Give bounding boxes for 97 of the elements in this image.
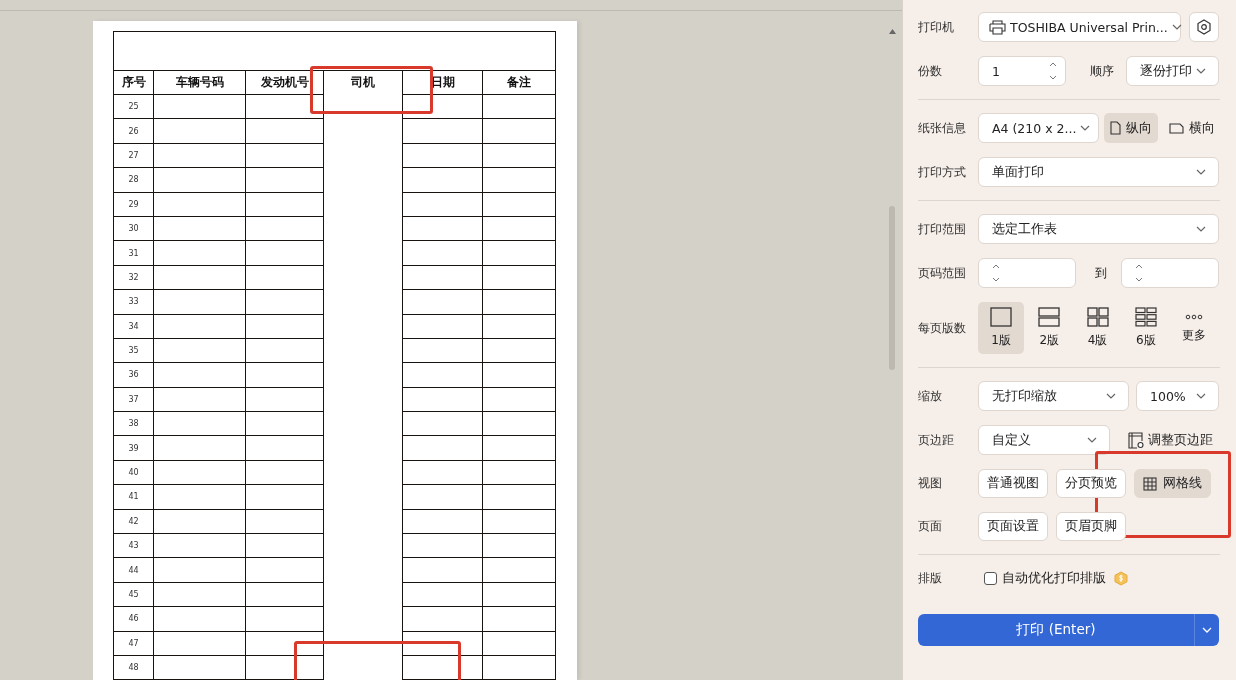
row-number: 32: [113, 265, 154, 290]
chevron-icon: [1106, 393, 1116, 399]
field-label: 打印范围: [918, 220, 967, 238]
field-label: 纸张信息: [918, 119, 967, 137]
view-toggle[interactable]: 分页预览: [1056, 469, 1126, 498]
printer-settings-button[interactable]: [1189, 12, 1219, 42]
view-toggle[interactable]: 普通视图: [978, 469, 1048, 498]
two-pages-icon: [1038, 307, 1061, 327]
copies-field[interactable]: 1: [978, 56, 1066, 86]
row-number: 26: [113, 118, 154, 144]
adjust-margins-button[interactable]: 调整页边距: [1122, 430, 1219, 450]
print-range-dropdown[interactable]: 选定工作表: [978, 214, 1219, 244]
stepper-arrows-icon[interactable]: [1135, 262, 1143, 284]
paper-size-dropdown[interactable]: A4 (210 x 2...: [978, 113, 1099, 143]
scroll-up-icon[interactable]: [888, 29, 896, 34]
coin-icon: [1114, 570, 1128, 586]
row-number: 41: [113, 484, 154, 510]
chevron-icon: [1087, 437, 1097, 443]
four-pages-icon: [1086, 307, 1109, 327]
chevron-icon: [1196, 393, 1206, 399]
row-number: 25: [113, 94, 154, 119]
pages-per-sheet-option[interactable]: 更多: [1170, 302, 1217, 354]
row-number: 39: [113, 435, 154, 461]
chevron-icon: [1202, 627, 1212, 633]
row-number: 35: [113, 338, 154, 363]
row-number: 34: [113, 314, 154, 339]
orientation-toggle[interactable]: 横向: [1163, 113, 1221, 143]
stepper-arrows-icon[interactable]: [992, 262, 1000, 284]
page-from-field[interactable]: [978, 258, 1076, 288]
six-pages-icon: [1134, 307, 1157, 327]
page-option-button[interactable]: 页面设置: [978, 512, 1048, 541]
field-label: 页码范围: [918, 264, 967, 282]
chevron-icon: [1196, 169, 1206, 175]
field-label: 页边距: [918, 431, 955, 449]
margin-ruler-icon: [1128, 431, 1144, 449]
row-number: 33: [113, 289, 154, 314]
scrollbar-thumb[interactable]: [889, 206, 895, 370]
field-label: 打印方式: [918, 163, 967, 181]
column-header: 序号: [113, 70, 154, 95]
row-number: 42: [113, 509, 154, 534]
single-page-icon: [990, 307, 1013, 327]
row-number: 29: [113, 192, 154, 217]
field-label: 页面: [918, 518, 943, 535]
printer-dropdown[interactable]: TOSHIBA Universal Prin...: [978, 12, 1181, 42]
printer-icon: [989, 19, 1006, 35]
row-number: 46: [113, 606, 154, 632]
field-label: 打印机: [918, 18, 955, 36]
chevron-icon: [1196, 226, 1206, 232]
row-number: 37: [113, 387, 154, 412]
column-header: 发动机号: [245, 70, 324, 95]
stepper-arrows-icon[interactable]: [1048, 60, 1057, 82]
pages-per-sheet-option[interactable]: 4版: [1074, 302, 1121, 354]
row-number: 30: [113, 216, 154, 241]
field-label: 顺序: [1089, 62, 1114, 80]
chevron-icon: [1196, 68, 1206, 74]
page-option-button[interactable]: 页眉页脚: [1056, 512, 1126, 541]
pages-per-sheet-option[interactable]: 6版: [1122, 302, 1169, 354]
scale-percent-dropdown[interactable]: 100%: [1136, 381, 1219, 411]
row-number: 38: [113, 411, 154, 436]
field-label: 到: [1095, 264, 1107, 282]
row-number: 31: [113, 240, 154, 266]
page-to-field[interactable]: [1121, 258, 1219, 288]
field-label: 每页版数: [918, 319, 967, 337]
row-number: 44: [113, 557, 154, 583]
field-label: 排版: [918, 569, 943, 587]
settings-icon: [1197, 19, 1211, 35]
landscape-page-icon: [1169, 122, 1184, 134]
row-number: 47: [113, 631, 154, 656]
row-number: 27: [113, 143, 154, 168]
field-label: 缩放: [918, 387, 943, 405]
column-header: 日期: [402, 70, 483, 95]
grid-icon: [1143, 476, 1157, 491]
row-number: 45: [113, 582, 154, 607]
checkbox[interactable]: [984, 571, 997, 585]
pages-per-sheet-option[interactable]: 1版: [978, 302, 1025, 354]
view-toggle[interactable]: 网格线: [1134, 469, 1211, 498]
print-options-button[interactable]: [1194, 614, 1219, 646]
order-dropdown[interactable]: 逐份打印: [1125, 56, 1219, 86]
chevron-icon: [1171, 24, 1182, 30]
column-header: 备注: [482, 70, 556, 95]
row-number: 28: [113, 167, 154, 193]
chevron-icon: [1080, 125, 1091, 131]
checkbox-label: 自动优化打印排版: [1002, 569, 1106, 587]
portrait-page-icon: [1110, 121, 1121, 135]
row-number: 48: [113, 655, 154, 680]
column-header: 车辆号码: [153, 70, 246, 95]
orientation-toggle[interactable]: 纵向: [1104, 113, 1158, 143]
pages-per-sheet-option[interactable]: 2版: [1026, 302, 1073, 354]
scaling-dropdown[interactable]: 无打印缩放: [978, 381, 1129, 411]
print-mode-dropdown[interactable]: 单面打印: [978, 157, 1219, 187]
margins-dropdown[interactable]: 自定义: [978, 425, 1110, 455]
row-number: 43: [113, 533, 154, 558]
field-label: 份数: [918, 62, 943, 80]
print-button[interactable]: 打印 (Enter): [918, 614, 1194, 646]
field-label: 视图: [918, 475, 943, 492]
row-number: 36: [113, 362, 154, 388]
row-number: 40: [113, 460, 154, 485]
